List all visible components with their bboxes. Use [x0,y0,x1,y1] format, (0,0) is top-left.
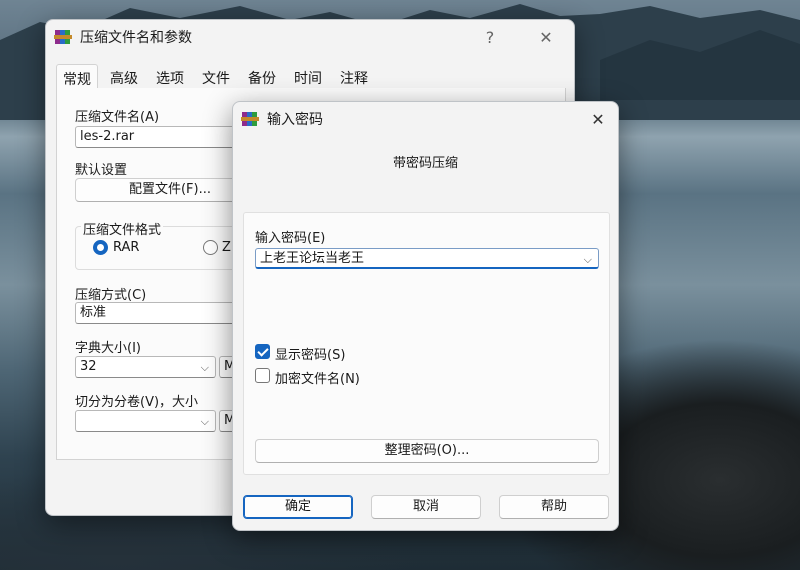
chevron-down-icon: ⌵ [583,253,592,266]
encrypt-filenames-checkbox[interactable] [255,368,270,383]
password-options-panel: 输入密码(E) 上老王论坛当老王 ⌵ 显示密码(S) 加密文件名(N) 整理密码… [243,212,610,475]
tab-options[interactable]: 选项 [150,64,190,89]
ok-button[interactable]: 确定 [243,495,353,519]
organize-passwords-button[interactable]: 整理密码(O)... [255,439,599,463]
compression-method-label: 压缩方式(C) [75,288,147,303]
split-size-select[interactable]: ⌵ [75,410,216,432]
dictionary-size-label: 字典大小(I) [75,341,141,356]
show-password-label: 显示密码(S) [275,348,346,363]
tab-advanced[interactable]: 高级 [104,64,144,89]
default-settings-label: 默认设置 [75,163,128,178]
password-input[interactable]: 上老王论坛当老王 ⌵ [255,248,599,269]
format-rar-radio[interactable] [93,240,108,255]
help-button[interactable]: 帮助 [499,495,609,519]
winrar-icon [241,111,259,127]
dialog-title-bar: 输入密码 ✕ [233,102,618,136]
winrar-icon [54,29,72,45]
dialog-title: 输入密码 [267,112,323,128]
archive-format-label: 压缩文件格式 [81,219,164,238]
encrypt-filenames-label: 加密文件名(N) [275,372,360,387]
cancel-button[interactable]: 取消 [371,495,481,519]
window-title: 压缩文件名和参数 [80,30,192,46]
enter-password-dialog: 输入密码 ✕ 带密码压缩 输入密码(E) 上老王论坛当老王 ⌵ 显示密码(S) … [232,101,619,531]
password-value: 上老王论坛当老王 [260,251,365,266]
format-rar-label: RAR [113,240,140,255]
chevron-down-icon: ⌵ [200,415,209,428]
dictionary-size-value: 32 [80,359,97,374]
close-button[interactable]: ✕ [578,102,618,136]
tab-files[interactable]: 文件 [196,64,236,89]
format-zip-radio[interactable] [203,240,218,255]
split-volumes-label: 切分为分卷(V)，大小 [75,395,199,410]
archive-name-label: 压缩文件名(A) [75,110,160,125]
tab-time[interactable]: 时间 [288,64,328,89]
show-password-checkbox[interactable] [255,344,270,359]
dialog-heading: 带密码压缩 [392,156,458,171]
tab-general[interactable]: 常规 [56,64,98,89]
tab-bar: 常规 高级 选项 文件 备份 时间 注释 [56,64,564,89]
password-label: 输入密码(E) [255,231,326,246]
chevron-down-icon: ⌵ [200,361,209,374]
help-button[interactable]: ? [470,20,510,54]
dictionary-size-select[interactable]: 32 ⌵ [75,356,216,378]
close-button[interactable]: ✕ [526,20,566,54]
title-bar: 压缩文件名和参数 ? ✕ [46,20,574,54]
tab-comment[interactable]: 注释 [334,64,374,89]
tab-backup[interactable]: 备份 [242,64,282,89]
